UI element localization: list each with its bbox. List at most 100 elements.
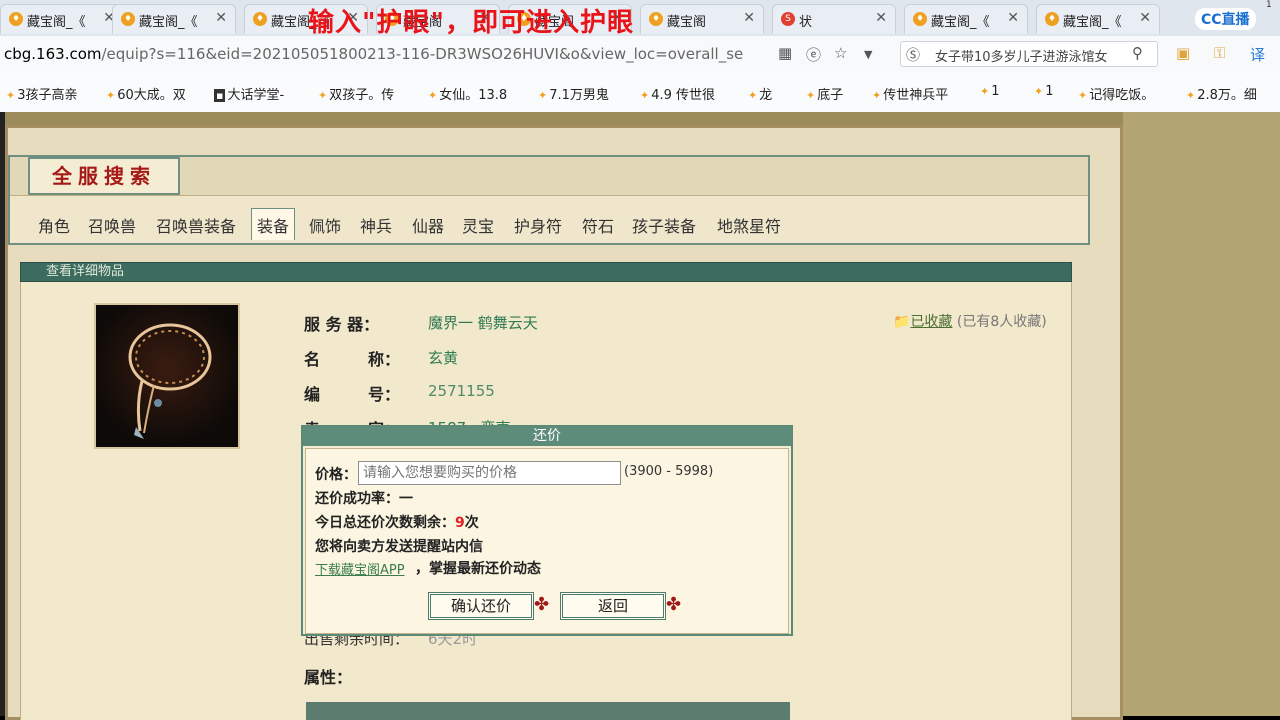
dialog-title: 还价	[533, 428, 561, 444]
close-icon[interactable]: ✕	[215, 10, 227, 26]
bookmark-star-icon: ✦	[1186, 89, 1196, 102]
bookmark-star-icon: ✦	[872, 89, 882, 102]
favorite-icon: 📁	[893, 314, 911, 330]
search-icon[interactable]: ⚲	[1132, 44, 1143, 62]
search-input[interactable]: 女子带10多岁儿子进游泳馆女	[935, 46, 1127, 65]
url-domain: cbg.163.com	[4, 45, 102, 63]
category-tab[interactable]: 佩饰	[309, 213, 341, 237]
bookmark-star-icon: ✦	[538, 89, 548, 102]
bookmark-item[interactable]: ✦ 记得吃饭。	[1078, 84, 1154, 103]
bottom-divider	[306, 702, 790, 720]
bookmark-item[interactable]: ✦ 4.9 传世很	[640, 84, 715, 103]
field-label: 名 称：	[304, 350, 401, 369]
category-tab[interactable]: 装备	[257, 213, 289, 237]
favorite-link[interactable]: 📁已收藏 (已有8人收藏)	[893, 311, 1047, 331]
close-icon[interactable]: ✕	[743, 10, 755, 26]
bookmark-page-icon: ▪	[214, 89, 226, 102]
remaining-count: 9	[455, 515, 465, 531]
bookmark-label: 女仙。13.8	[439, 88, 508, 103]
browser-tab[interactable]: ♦ 藏宝阁_《 ✕	[0, 4, 124, 34]
price-range: (3900 - 5998)	[624, 464, 714, 479]
tab-title: 藏宝阁_《	[1063, 15, 1122, 30]
star-icon[interactable]: ☆	[834, 44, 847, 62]
bookmark-item[interactable]: ✦ 60大成。双	[106, 84, 186, 103]
category-tab[interactable]: 符石	[582, 213, 614, 237]
s-favicon: S	[781, 12, 795, 26]
item-image	[94, 303, 240, 449]
price-input[interactable]	[358, 461, 621, 485]
compat-icon[interactable]: ⓔ	[806, 44, 821, 65]
stream-badge: 1	[1266, 0, 1272, 10]
favorite-label: 已收藏	[910, 314, 953, 330]
bookmark-item[interactable]: ✦ 1	[980, 84, 1000, 99]
bookmark-star-icon: ✦	[428, 89, 438, 102]
extension-icon[interactable]: ▣	[1176, 44, 1190, 62]
bookmark-item[interactable]: ✦ 1	[1034, 84, 1054, 99]
bookmark-item[interactable]: ✦ 2.8万。细	[1186, 84, 1257, 103]
confirm-offer-button[interactable]: 确认还价	[428, 592, 534, 620]
field-value: 2571155	[428, 382, 495, 400]
cbg-favicon: ♦	[1045, 12, 1059, 26]
bookmark-item[interactable]: ✦ 底子	[806, 84, 843, 103]
translate-icon[interactable]: 译	[1250, 44, 1265, 65]
browser-tab[interactable]: ♦ 藏宝阁 ✕	[640, 4, 764, 34]
bookmark-star-icon: ✦	[6, 89, 16, 102]
right-background	[1123, 112, 1280, 716]
url-field[interactable]: cbg.163.com/equip?s=116&eid=202105051800…	[4, 45, 776, 63]
browser-tab[interactable]: ♦ 藏宝阁_《 ✕	[112, 4, 236, 34]
category-tab[interactable]: 孩子装备	[632, 213, 696, 237]
bookmark-star-icon: ✦	[748, 89, 758, 102]
category-tab[interactable]: 召唤兽装备	[156, 213, 236, 237]
bookmark-star-icon: ✦	[1034, 85, 1044, 98]
favorite-count: (已有8人收藏)	[956, 314, 1047, 330]
bookmark-star-icon: ✦	[806, 89, 816, 102]
key-icon[interactable]: ⚿	[1214, 44, 1225, 62]
download-app-link[interactable]: 下载藏宝阁APP	[315, 559, 405, 578]
bookmark-item[interactable]: ✦ 7.1万男鬼	[538, 84, 609, 103]
bookmark-item[interactable]: ✦ 女仙。13.8	[428, 84, 507, 103]
field-label: 服 务 器：	[304, 315, 380, 334]
tab-title: 藏宝阁	[667, 15, 707, 30]
grid-icon[interactable]: ▦	[778, 44, 792, 62]
bookmark-star-icon: ✦	[1078, 89, 1088, 102]
cbg-favicon: ♦	[253, 12, 267, 26]
close-icon[interactable]: ✕	[1007, 10, 1019, 26]
bookmark-label: 60大成。双	[117, 88, 186, 103]
category-tab[interactable]: 护身符	[514, 213, 562, 237]
category-tab[interactable]: 地煞星符	[717, 213, 781, 237]
bookmark-star-icon: ✦	[106, 89, 116, 102]
back-button[interactable]: 返回	[560, 592, 666, 620]
category-tab[interactable]: 角色	[38, 213, 70, 237]
close-icon[interactable]: ✕	[1139, 10, 1151, 26]
tab-title: 藏宝阁_《	[931, 15, 990, 30]
field-value: 魔界一 鹤舞云天	[428, 314, 538, 332]
chevron-down-icon[interactable]: ▼	[864, 48, 872, 61]
bookmark-item[interactable]: ✦ 3孩子高亲	[6, 84, 78, 103]
category-tab[interactable]: 召唤兽	[88, 213, 136, 237]
category-tab[interactable]: 仙器	[412, 213, 444, 237]
cbg-favicon: ♦	[649, 12, 663, 26]
remaining-suffix: 次	[464, 515, 479, 531]
bookmark-label: 双孩子。传	[329, 88, 395, 103]
field-label: 编 号：	[304, 385, 401, 404]
bookmark-item[interactable]: ✦ 传世神兵平	[872, 84, 948, 103]
bookmark-label: 传世神兵平	[883, 88, 949, 103]
browser-tab[interactable]: ♦ 藏宝阁_《 ✕	[1036, 4, 1160, 34]
remaining-prefix: 今日总还价次数剩余：	[315, 515, 455, 531]
stream-logo: CC直播	[1195, 8, 1256, 30]
success-rate: 还价成功率：一	[315, 491, 413, 507]
price-label: 价格：	[315, 467, 357, 483]
cbg-favicon: ♦	[913, 12, 927, 26]
bookmark-item[interactable]: ✦ 龙	[748, 84, 772, 103]
bookmark-label: 4.9 传世很	[651, 88, 716, 103]
category-tab[interactable]: 神兵	[360, 213, 392, 237]
category-tab[interactable]: 灵宝	[462, 213, 494, 237]
close-icon[interactable]: ✕	[875, 10, 887, 26]
bookmark-item[interactable]: ✦ 双孩子。传	[318, 84, 394, 103]
bookmark-item[interactable]: ▪ 大话学堂-	[214, 84, 284, 103]
browser-tab[interactable]: ♦ 藏宝阁_《 ✕	[904, 4, 1028, 34]
detail-header-bar	[20, 262, 1072, 282]
browser-tab[interactable]: S 状 ✕	[772, 4, 896, 34]
attributes-label: 属性：	[304, 668, 353, 687]
bookmark-label: 2.8万。细	[1197, 88, 1257, 103]
